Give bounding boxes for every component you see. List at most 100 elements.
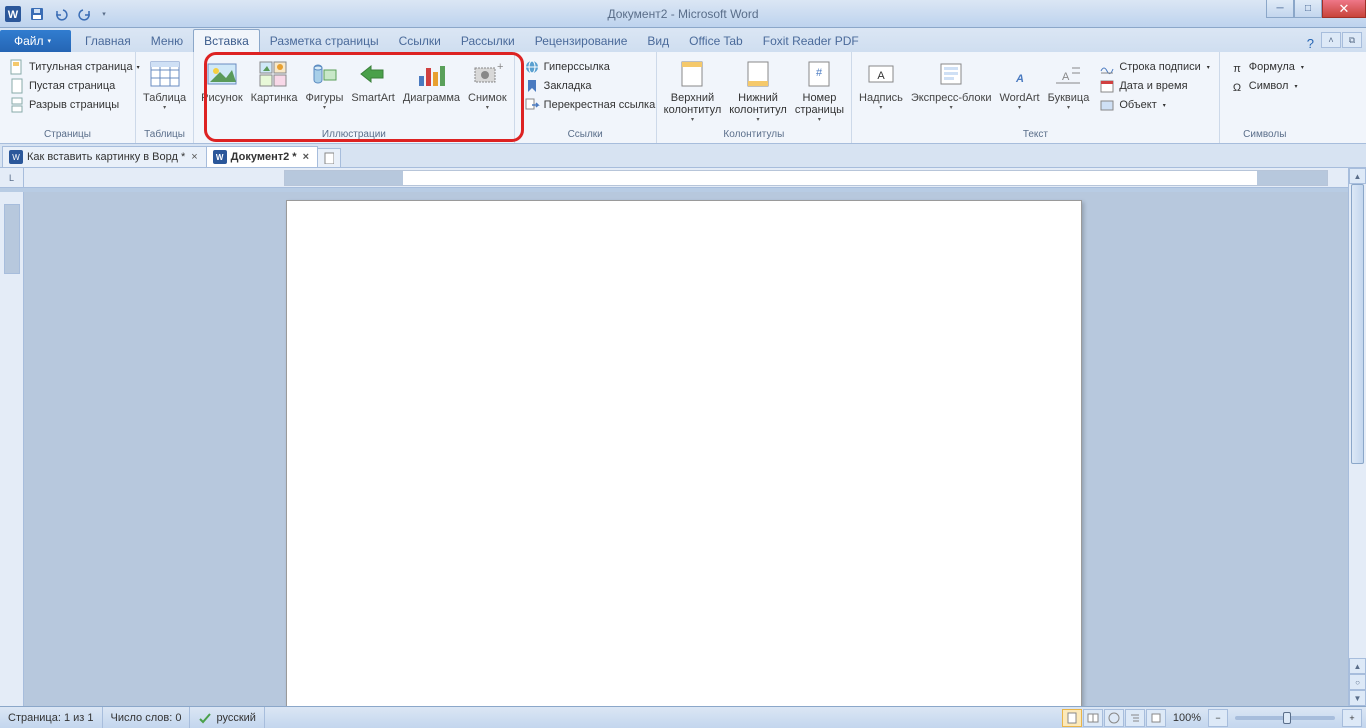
vertical-scrollbar[interactable]: ▲ ▲ ○ ▼: [1348, 168, 1366, 706]
datetime-icon: [1099, 78, 1115, 94]
document-tabs: WКак вставить картинку в Ворд *× WДокуме…: [0, 144, 1366, 168]
doc-tab-1-label: Документ2 *: [231, 151, 297, 163]
dropcap-icon: A: [1052, 58, 1084, 90]
zoom-level[interactable]: 100%: [1167, 712, 1207, 724]
browse-object-button[interactable]: ○: [1349, 674, 1366, 690]
group-links: Гиперссылка Закладка Перекрестная ссылка…: [515, 52, 657, 143]
textbox-icon: A: [865, 58, 897, 90]
doc-tab-0[interactable]: WКак вставить картинку в Ворд *×: [2, 146, 207, 167]
chart-icon: [415, 58, 447, 90]
crossref-button[interactable]: Перекрестная ссылка: [521, 96, 650, 114]
hyperlink-button[interactable]: Гиперссылка: [521, 58, 650, 76]
group-pages: Титульная страница▾ Пустая страница Разр…: [0, 52, 136, 143]
object-button[interactable]: Объект▾: [1096, 96, 1212, 114]
maximize-button[interactable]: □: [1294, 0, 1322, 18]
clipart-button[interactable]: Картинка: [248, 56, 301, 106]
minimize-button[interactable]: ─: [1266, 0, 1294, 18]
group-symbols: πФормула▾ ΩСимвол▾ Символы: [1220, 52, 1310, 143]
tab-mailings[interactable]: Рассылки: [451, 30, 525, 52]
page-number-icon: #: [803, 58, 835, 90]
shapes-button[interactable]: Фигуры: [302, 56, 346, 113]
next-page-button[interactable]: ▼: [1349, 690, 1366, 706]
table-icon: [149, 58, 181, 90]
hyperlink-icon: [524, 59, 540, 75]
equation-button[interactable]: πФормула▾: [1226, 58, 1304, 76]
page-break-button[interactable]: Разрыв страницы: [6, 96, 129, 114]
footer-button[interactable]: Нижнийколонтитул: [726, 56, 790, 125]
app-icon[interactable]: W: [2, 3, 24, 25]
group-pages-label: Страницы: [4, 127, 131, 143]
status-word-count[interactable]: Число слов: 0: [103, 707, 191, 728]
doc-restore-button[interactable]: ⧉: [1342, 32, 1362, 48]
document-page[interactable]: [286, 200, 1082, 706]
table-button[interactable]: Таблица: [140, 56, 189, 113]
smartart-icon: [357, 58, 389, 90]
header-label: Верхнийколонтитул: [664, 92, 722, 116]
signature-line-button[interactable]: Строка подписи▾: [1096, 58, 1212, 76]
screenshot-button[interactable]: +Снимок: [465, 56, 510, 113]
redo-button[interactable]: [74, 3, 96, 25]
scroll-thumb[interactable]: [1351, 184, 1364, 464]
web-layout-view-button[interactable]: [1104, 709, 1124, 727]
zoom-out-button[interactable]: −: [1208, 709, 1228, 727]
fullscreen-reading-view-button[interactable]: [1083, 709, 1103, 727]
tab-menu[interactable]: Меню: [141, 30, 193, 52]
horizontal-ruler[interactable]: [284, 170, 1328, 186]
symbol-label: Символ: [1249, 80, 1289, 92]
doc-tab-1[interactable]: WДокумент2 *×: [206, 146, 318, 167]
help-icon[interactable]: ?: [1307, 36, 1314, 51]
zoom-slider[interactable]: [1235, 716, 1335, 720]
tab-review[interactable]: Рецензирование: [525, 30, 638, 52]
dropcap-button[interactable]: AБуквица: [1045, 56, 1093, 113]
symbol-button[interactable]: ΩСимвол▾: [1226, 77, 1304, 95]
datetime-button[interactable]: Дата и время: [1096, 77, 1212, 95]
quickparts-button[interactable]: Экспресс-блоки: [908, 56, 995, 113]
header-icon: [676, 58, 708, 90]
textbox-button[interactable]: A Надпись: [856, 56, 906, 113]
zoom-in-button[interactable]: +: [1342, 709, 1362, 727]
bookmark-icon: [524, 78, 540, 94]
qat-customize-button[interactable]: ▾: [98, 3, 110, 25]
hyperlink-label: Гиперссылка: [544, 61, 610, 73]
close-button[interactable]: ✕: [1322, 0, 1366, 18]
page-number-button[interactable]: #Номерстраницы: [792, 56, 847, 125]
tab-selector[interactable]: L: [0, 168, 24, 188]
scroll-track[interactable]: [1349, 184, 1366, 654]
wordart-button[interactable]: AWordArt: [996, 56, 1042, 113]
blank-page-button[interactable]: Пустая страница: [6, 77, 129, 95]
cover-page-button[interactable]: Титульная страница▾: [6, 58, 129, 76]
tab-home[interactable]: Главная: [75, 30, 141, 52]
tab-page-layout[interactable]: Разметка страницы: [260, 30, 389, 52]
equation-icon: π: [1229, 59, 1245, 75]
smartart-button[interactable]: SmartArt: [348, 56, 397, 106]
doc-tab-0-close[interactable]: ×: [189, 151, 199, 163]
tab-references[interactable]: Ссылки: [389, 30, 451, 52]
status-page[interactable]: Страница: 1 из 1: [0, 707, 103, 728]
picture-button[interactable]: Рисунок: [198, 56, 246, 106]
document-workspace[interactable]: [24, 192, 1348, 706]
prev-page-button[interactable]: ▲: [1349, 658, 1366, 674]
scroll-up-button[interactable]: ▲: [1349, 168, 1366, 184]
spellcheck-icon: [198, 711, 212, 725]
save-button[interactable]: [26, 3, 48, 25]
outline-view-button[interactable]: [1125, 709, 1145, 727]
file-tab[interactable]: Файл: [0, 30, 71, 52]
draft-view-button[interactable]: [1146, 709, 1166, 727]
chart-button[interactable]: Диаграмма: [400, 56, 463, 106]
new-doc-tab[interactable]: [317, 148, 341, 167]
undo-button[interactable]: [50, 3, 72, 25]
tab-insert[interactable]: Вставка: [193, 29, 260, 52]
vertical-ruler[interactable]: [4, 204, 20, 274]
header-button[interactable]: Верхнийколонтитул: [661, 56, 725, 125]
object-icon: [1099, 97, 1115, 113]
ribbon-minimize-button[interactable]: ˄: [1321, 32, 1341, 48]
status-language[interactable]: русский: [190, 707, 264, 728]
doc-tab-1-close[interactable]: ×: [301, 151, 311, 163]
tab-foxit[interactable]: Foxit Reader PDF: [753, 30, 869, 52]
print-layout-view-button[interactable]: [1062, 709, 1082, 727]
textbox-label: Надпись: [859, 92, 903, 104]
bookmark-button[interactable]: Закладка: [521, 77, 650, 95]
tab-office-tab[interactable]: Office Tab: [679, 30, 753, 52]
zoom-slider-knob[interactable]: [1283, 712, 1291, 724]
tab-view[interactable]: Вид: [637, 30, 679, 52]
